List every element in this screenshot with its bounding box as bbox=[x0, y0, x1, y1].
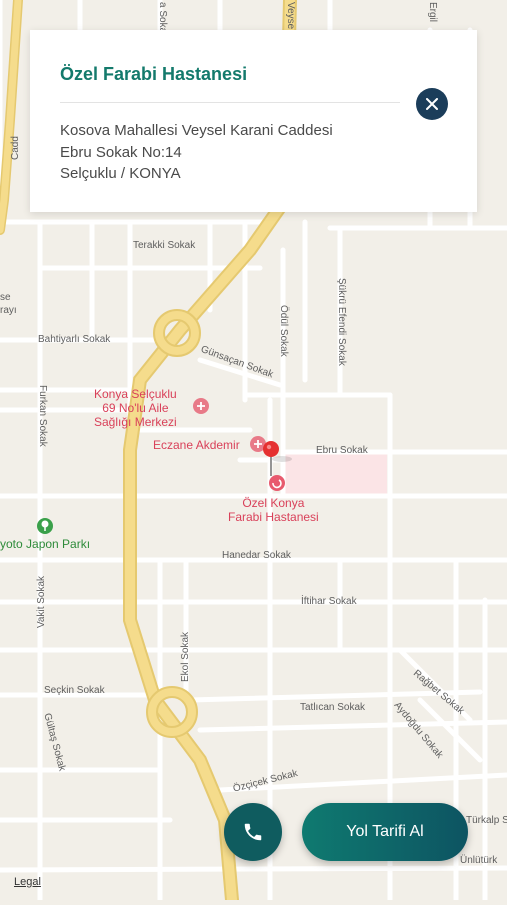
phone-icon bbox=[244, 823, 262, 841]
place-address: Kosova Mahallesi Veysel Karani Caddesi E… bbox=[60, 120, 333, 185]
poi-hastane-line-1: Özel Konya bbox=[242, 496, 305, 510]
hospital-area bbox=[283, 452, 387, 496]
street-label-sukru: Şükrü Efendi Sokak bbox=[336, 278, 347, 366]
street-label-hanedar: Hanedar Sokak bbox=[222, 550, 291, 561]
clinic-icon bbox=[193, 398, 209, 414]
street-label-cadd: Cadd bbox=[10, 136, 21, 160]
street-label-se: se bbox=[0, 292, 11, 303]
street-label-turkalp: Türkalp S bbox=[466, 815, 507, 826]
address-line-3: Selçuklu / KONYA bbox=[60, 165, 181, 182]
address-line-2: Ebru Sokak No:14 bbox=[60, 143, 182, 161]
poi-hastane-line-2: Farabi Hastanesi bbox=[228, 510, 319, 524]
get-directions-button[interactable]: Yol Tarifi Al bbox=[302, 803, 468, 861]
street-label-furkan: Furkan Sokak bbox=[37, 385, 48, 447]
street-label-ebru: Ebru Sokak bbox=[316, 445, 368, 456]
street-label-ergil: Ergil bbox=[427, 2, 438, 23]
place-info-card: Özel Farabi Hastanesi Kosova Mahallesi V… bbox=[30, 30, 477, 212]
street-label-unluturk: Ünlütürk bbox=[460, 855, 498, 866]
poi-park[interactable]: yoto Japon Parkı bbox=[0, 537, 90, 551]
street-label-iftihar: İftihar Sokak bbox=[301, 596, 357, 607]
poi-aile-sagligi-line-3: Sağlığı Merkezi bbox=[94, 415, 177, 429]
legal-link[interactable]: Legal bbox=[14, 876, 41, 888]
street-label-seckin: Seçkin Sokak bbox=[44, 685, 105, 696]
park-icon bbox=[37, 518, 53, 534]
poi-hastane[interactable]: Özel Konya Farabi Hastanesi bbox=[228, 496, 319, 524]
street-label-veyse: Veyse bbox=[285, 2, 296, 30]
card-divider bbox=[60, 102, 400, 103]
street-label-terakki: Terakki Sokak bbox=[133, 240, 196, 251]
street-label-vakit: Vakit Sokak bbox=[36, 575, 47, 628]
call-button[interactable] bbox=[224, 803, 282, 861]
close-button[interactable] bbox=[416, 88, 448, 120]
street-label-rayi: rayı bbox=[0, 305, 17, 316]
poi-eczane[interactable]: Eczane Akdemir bbox=[153, 438, 240, 452]
street-label-bahtiyarli: Bahtiyarlı Sokak bbox=[38, 334, 111, 345]
address-line-1: Kosova Mahallesi Veysel Karani Caddesi bbox=[60, 122, 333, 139]
poi-aile-sagligi[interactable]: Konya Selçuklu 69 No'lu Aile Sağlığı Mer… bbox=[94, 387, 177, 429]
poi-aile-sagligi-line-2: 69 No'lu Aile bbox=[102, 401, 169, 415]
place-title: Özel Farabi Hastanesi bbox=[60, 64, 248, 84]
street-label-ekol: Ekol Sokak bbox=[180, 631, 191, 682]
hospital-icon bbox=[269, 475, 285, 491]
poi-aile-sagligi-line-1: Konya Selçuklu bbox=[94, 387, 177, 401]
close-icon bbox=[426, 98, 438, 110]
street-label-tatlican: Tatlıcan Sokak bbox=[300, 702, 366, 713]
street-label-odul: Ödül Sokak bbox=[278, 305, 289, 357]
